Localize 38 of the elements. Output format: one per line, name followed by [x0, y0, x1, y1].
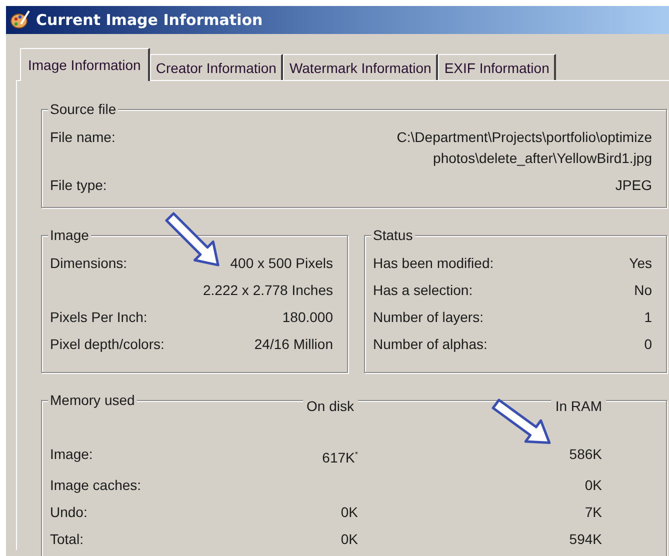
field-value: 400 x 500 Pixels — [230, 254, 333, 273]
field-label: Undo: — [50, 502, 88, 522]
field-value: JPEG — [615, 176, 652, 195]
field-label: Pixels Per Inch: — [50, 308, 148, 327]
field-value: 1 — [644, 308, 652, 327]
callout-arrow — [492, 398, 551, 444]
tab[interactable]: Creator Information — [150, 54, 284, 80]
field-label: File type: — [50, 176, 107, 195]
tab[interactable]: Image Information — [20, 48, 150, 81]
field-label: Dimensions: — [50, 254, 128, 273]
field-value: 0 — [644, 335, 652, 354]
field-label: Number of layers: — [373, 308, 484, 327]
field-label: Total: — [50, 530, 84, 549]
field-value: 7K — [584, 502, 602, 522]
callout-arrow — [165, 212, 220, 266]
window-title: Current Image Information — [36, 11, 263, 29]
field-value: No — [634, 281, 652, 300]
field-value: C:\Department\Projects\portfolio\optimize photos\delete_after\YellowBird1.jpg — [396, 128, 652, 168]
field-value: 180.000 — [282, 308, 333, 327]
field-value: 24/16 Million — [254, 335, 333, 354]
field-value: 0K — [584, 476, 602, 495]
field-value: 0K — [340, 502, 358, 522]
field-label: Number of alphas: — [373, 335, 488, 354]
field-label: Pixel depth/colors: — [50, 335, 164, 354]
field-label: Has been modified: — [373, 254, 494, 273]
tab[interactable]: EXIF Information — [438, 54, 556, 80]
tab[interactable]: Watermark Information — [283, 54, 438, 80]
field-label: Image: — [50, 445, 94, 464]
field-value: 0K — [340, 530, 358, 549]
field-label: Image caches: — [50, 476, 142, 495]
field-value: 2.222 x 2.778 Inches — [203, 281, 333, 300]
field-label: Has a selection: — [373, 281, 473, 300]
palette-icon — [10, 10, 30, 30]
field-value: 617K$^{*}$ — [321, 448, 358, 468]
field-value: 586K — [568, 445, 602, 464]
field-label: File name: — [50, 128, 116, 147]
field-value: 594K — [568, 530, 602, 549]
field-value: Yes — [629, 254, 652, 273]
